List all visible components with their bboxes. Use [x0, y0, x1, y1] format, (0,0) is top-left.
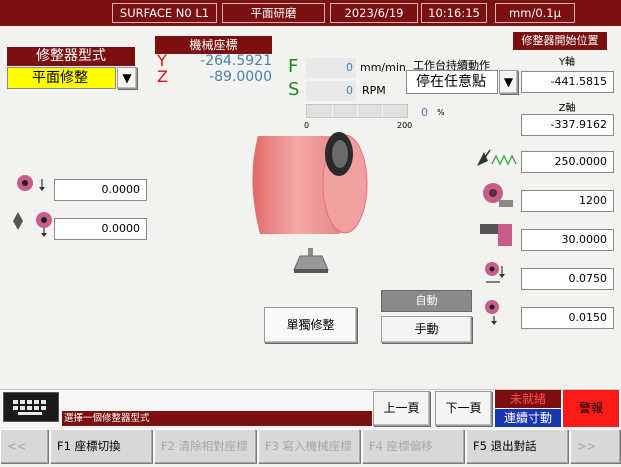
- status-message: 選擇一個修整器型式: [62, 411, 372, 426]
- left-param-input[interactable]: 0.0000: [54, 179, 147, 201]
- fine-dress-icon: [482, 298, 518, 326]
- dresser-type-value: 平面修整: [7, 67, 116, 89]
- fkey-f3-write-machine[interactable]: F3 寫入機械座標: [258, 429, 360, 463]
- bar-tick: [332, 105, 333, 117]
- machine-coord-label: 機械座標: [155, 36, 272, 54]
- machine-z-value: -89.0000: [209, 69, 272, 85]
- wheel-offset-icon: [15, 173, 47, 195]
- dropdown-arrow-icon[interactable]: ▼: [117, 67, 137, 89]
- speed-value: 0: [306, 81, 356, 101]
- alarm-button[interactable]: 警報: [563, 390, 619, 427]
- right-param-input[interactable]: 250.0000: [521, 151, 614, 173]
- fkey-f4-coord-offset[interactable]: F4 座標偏移: [362, 429, 464, 463]
- right-param-input[interactable]: 1200: [521, 190, 614, 212]
- auto-mode-button[interactable]: 自動: [381, 290, 472, 312]
- dresser-body: [293, 255, 329, 271]
- table-action-select[interactable]: 停在任意點 ▼: [406, 70, 518, 94]
- dresser-offset-icon: [12, 208, 52, 238]
- fkey-f1-coord-switch[interactable]: F1 座標切換: [50, 429, 152, 463]
- right-param-input[interactable]: 30.0000: [521, 229, 614, 251]
- keyboard-button[interactable]: [3, 392, 59, 422]
- mode-label: 平面研磨: [222, 3, 325, 23]
- prev-page-button[interactable]: 上一頁: [373, 391, 430, 426]
- right-param-input[interactable]: 0.0750: [521, 268, 614, 290]
- feed-value: 0: [306, 58, 356, 78]
- dropdown-arrow-icon[interactable]: ▼: [499, 70, 518, 94]
- wheel-speed-icon: [480, 180, 516, 210]
- speed-unit: RPM: [362, 84, 386, 97]
- fkey-f5-exit-dialog[interactable]: F5 退出對話: [466, 429, 568, 463]
- start-z-label: Z軸: [558, 103, 576, 114]
- z-axis-label: Z: [157, 67, 168, 86]
- start-y-input[interactable]: -441.5815: [521, 71, 614, 93]
- time-display: 10:16:15: [421, 3, 487, 23]
- start-z-input[interactable]: -337.9162: [521, 114, 614, 136]
- feed-unit: mm/min: [360, 61, 406, 74]
- machine-y-value: -264.5921: [200, 53, 272, 69]
- bar-max: 200: [397, 121, 413, 130]
- unit-display: mm/0.1μ: [495, 3, 575, 23]
- override-value: 0: [421, 106, 428, 119]
- dresser-type-label: 修整器型式: [7, 47, 135, 66]
- fkey-f2-clear-relative[interactable]: F2 清除相對座標: [154, 429, 256, 463]
- spindle-center: [332, 140, 348, 168]
- fkey-prev[interactable]: <<: [0, 429, 48, 463]
- speed-label: S: [288, 79, 300, 100]
- override-unit: %: [437, 108, 445, 117]
- dresser-base: [294, 269, 328, 273]
- bar-min: 0: [304, 121, 310, 130]
- fkey-next[interactable]: >>: [570, 429, 620, 463]
- bar-tick: [357, 105, 358, 117]
- dresser-type-select[interactable]: 平面修整 ▼: [7, 67, 137, 89]
- machine-name: SURFACE N0 L1: [112, 3, 217, 23]
- override-bar: [306, 104, 408, 118]
- status-bar: SURFACE N0 L1 平面研磨 2023/6/19 10:16:15 mm…: [0, 0, 621, 26]
- dress-start-label: 修整器開始位置: [513, 32, 607, 50]
- diamond-tip: [308, 248, 313, 256]
- start-y-label: Y軸: [558, 57, 576, 68]
- dress-depth-icon: [478, 218, 518, 250]
- keyboard-icon: [13, 400, 46, 415]
- next-page-button[interactable]: 下一頁: [435, 391, 492, 426]
- not-ready-indicator: 未就緒: [495, 390, 561, 408]
- single-dress-button[interactable]: 單獨修整: [264, 307, 357, 343]
- dress-feed-icon: [474, 144, 520, 172]
- bar-tick: [382, 105, 383, 117]
- grinding-wheel-illustration: [252, 132, 368, 273]
- date-display: 2023/6/19: [330, 3, 418, 23]
- left-param-input[interactable]: 0.0000: [54, 218, 147, 240]
- rough-dress-icon: [482, 260, 518, 288]
- manual-mode-button[interactable]: 手動: [381, 316, 472, 343]
- table-action-value: 停在任意點: [406, 70, 498, 94]
- continuous-jog-indicator: 連續寸動: [495, 409, 561, 427]
- right-param-input[interactable]: 0.0150: [521, 307, 614, 329]
- feed-label: F: [288, 56, 299, 77]
